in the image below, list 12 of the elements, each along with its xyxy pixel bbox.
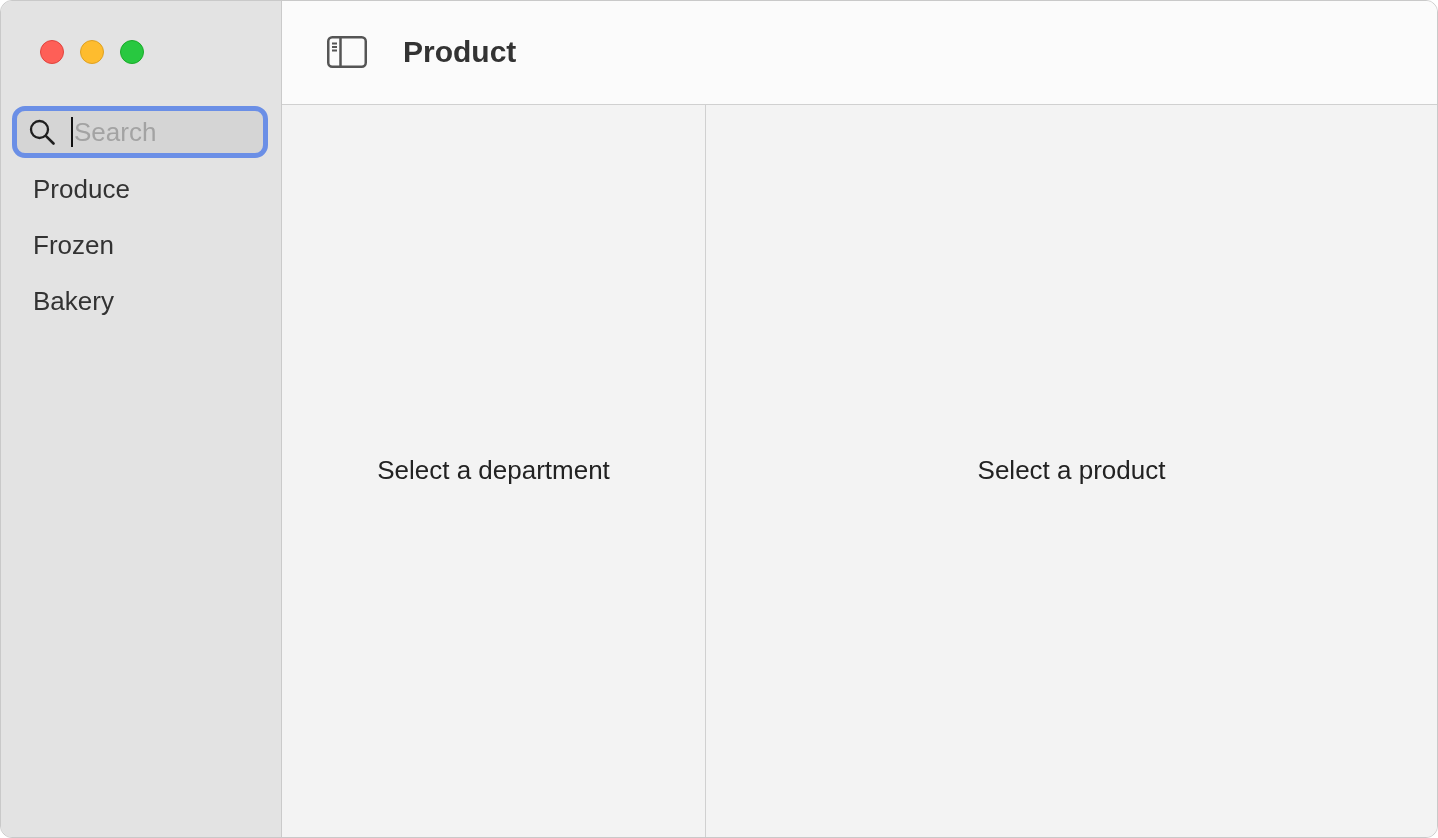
sidebar-toggle-icon[interactable] — [327, 36, 367, 68]
empty-state-message: Select a department — [377, 454, 610, 486]
toolbar-title: Product — [403, 35, 517, 69]
sidebar-item[interactable]: Frozen — [27, 227, 120, 263]
window-minimize-button[interactable] — [80, 39, 104, 64]
text-cursor-icon — [71, 117, 73, 147]
sidebar-item[interactable]: Bakery — [27, 283, 120, 319]
empty-state-message: Select a product — [977, 454, 1166, 486]
search-icon — [29, 119, 55, 145]
window-close-button[interactable] — [40, 39, 64, 64]
window-zoom-button[interactable] — [120, 39, 144, 64]
sidebar-item[interactable]: Produce — [27, 171, 136, 207]
